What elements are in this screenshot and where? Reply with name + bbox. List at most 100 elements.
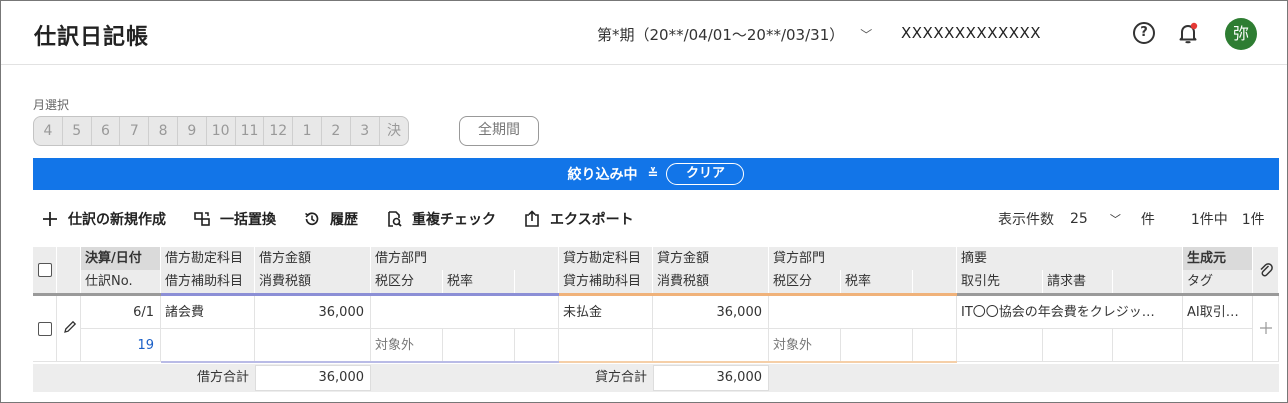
col-credit-sub[interactable]: 貸方補助科目 <box>559 270 653 293</box>
credit-total-value: 36,000 <box>653 365 769 391</box>
page-size-label: 表示件数 <box>998 212 1054 228</box>
month-button[interactable]: 7 <box>120 117 150 145</box>
row-partner[interactable] <box>957 329 1043 362</box>
plus-icon[interactable] <box>1260 322 1272 334</box>
col-tag[interactable]: タグ <box>1183 270 1253 293</box>
row-debit-tax-class[interactable]: 対象外 <box>371 329 443 362</box>
row-debit-empty <box>515 329 559 362</box>
page-title: 仕訳日記帳 <box>34 25 150 50</box>
bulk-replace-button[interactable]: 一括置換 <box>192 209 276 229</box>
paperclip-icon[interactable] <box>1259 262 1273 278</box>
col-date[interactable]: 決算/日付 <box>81 247 161 270</box>
col-invoice[interactable]: 請求書 <box>1043 270 1113 293</box>
col-credit-account[interactable]: 貸方勘定科目 <box>559 247 653 270</box>
filter-status[interactable]: 絞り込み中 <box>568 164 638 184</box>
col-debit-sub[interactable]: 借方補助科目 <box>161 270 255 293</box>
row-credit-dept[interactable] <box>769 296 957 329</box>
select-all-checkbox[interactable] <box>38 263 52 277</box>
row-credit-tax-rate[interactable] <box>841 329 913 362</box>
debit-total-label: 借方合計 <box>161 364 255 392</box>
row-memo-empty <box>1113 329 1183 362</box>
row-credit-sub[interactable] <box>559 329 653 362</box>
row-credit-amount[interactable]: 36,000 <box>653 296 769 329</box>
double-chevron-down-icon[interactable]: ≚ <box>648 167 659 182</box>
col-source[interactable]: 生成元 <box>1183 247 1253 270</box>
month-button[interactable]: 3 <box>351 117 380 145</box>
month-button[interactable]: 8 <box>149 117 178 145</box>
help-icon[interactable]: ? <box>1133 22 1155 44</box>
month-button[interactable]: 9 <box>178 117 207 145</box>
col-debit-amount[interactable]: 借方金額 <box>255 247 371 270</box>
bell-icon[interactable] <box>1176 21 1200 45</box>
row-invoice[interactable] <box>1043 329 1113 362</box>
month-button[interactable]: 6 <box>92 117 121 145</box>
col-debit-tax-class[interactable]: 税区分 <box>371 270 443 293</box>
month-button[interactable]: 5 <box>63 117 92 145</box>
month-button[interactable]: 2 <box>322 117 351 145</box>
col-credit-amount[interactable]: 貸方金額 <box>653 247 769 270</box>
month-button[interactable]: 12 <box>264 117 294 145</box>
result-range: 1件中 <box>1190 212 1228 228</box>
filter-bar: 絞り込み中 ≚ クリア <box>33 158 1279 190</box>
row-debit-dept[interactable] <box>371 296 559 329</box>
header-edit-cell <box>57 247 81 293</box>
new-journal-label: 仕訳の新規作成 <box>68 212 166 228</box>
col-credit-dept[interactable]: 貸方部門 <box>769 247 957 270</box>
pencil-icon[interactable] <box>63 320 77 334</box>
row-debit-account[interactable]: 諸会費 <box>161 296 255 329</box>
month-button[interactable]: 1 <box>293 117 322 145</box>
row-credit-tax-class[interactable]: 対象外 <box>769 329 841 362</box>
row-source[interactable]: AI取引… <box>1183 296 1253 329</box>
debit-row-line <box>161 361 559 363</box>
month-button-closing[interactable]: 決 <box>380 117 409 145</box>
col-credit-tax-rate[interactable]: 税率 <box>841 270 913 293</box>
clear-filter-button[interactable]: クリア <box>666 163 745 185</box>
row-date[interactable]: 6/1 <box>81 296 161 329</box>
row-checkbox[interactable] <box>38 322 52 336</box>
page-size-select[interactable]: 25 ﹀ <box>1070 211 1121 227</box>
period-selector[interactable]: 第*期（20**/04/01〜20**/03/31） ﹀ <box>597 24 872 45</box>
col-journal-no[interactable]: 仕訳No. <box>81 270 161 293</box>
col-credit-tax[interactable]: 消費税額 <box>653 270 769 293</box>
export-button[interactable]: エクスポート <box>522 209 634 229</box>
page-size-value: 25 <box>1070 211 1088 227</box>
col-memo[interactable]: 摘要 <box>957 247 1183 270</box>
col-partner[interactable]: 取引先 <box>957 270 1043 293</box>
row-journal-no[interactable]: 19 <box>81 329 161 362</box>
col-debit-account[interactable]: 借方勘定科目 <box>161 247 255 270</box>
month-button[interactable]: 11 <box>236 117 265 145</box>
col-credit-tax-class[interactable]: 税区分 <box>769 270 841 293</box>
result-total: 1件 <box>1241 212 1265 228</box>
col-credit-empty <box>913 270 957 293</box>
col-debit-dept[interactable]: 借方部門 <box>371 247 559 270</box>
new-journal-button[interactable]: 仕訳の新規作成 <box>40 209 166 229</box>
debit-total-value: 36,000 <box>255 365 371 391</box>
period-label: 第*期（20**/04/01〜20**/03/31） <box>597 26 845 44</box>
month-button[interactable]: 4 <box>34 117 63 145</box>
row-debit-sub[interactable] <box>161 329 255 362</box>
col-memo-empty <box>1113 270 1183 293</box>
col-debit-empty <box>515 270 559 293</box>
pagination: 表示件数 25 ﹀ 件 1件中 1件 <box>998 209 1265 229</box>
row-debit-tax[interactable] <box>255 329 371 362</box>
row-credit-tax[interactable] <box>653 329 769 362</box>
month-button[interactable]: 10 <box>207 117 236 145</box>
duplicate-check-label: 重複チェック <box>412 212 496 228</box>
avatar[interactable]: 弥 <box>1225 18 1257 50</box>
col-debit-tax-rate[interactable]: 税率 <box>443 270 515 293</box>
history-button[interactable]: 履歴 <box>302 209 358 229</box>
company-name[interactable]: XXXXXXXXXXXXX <box>901 24 1041 42</box>
col-debit-tax[interactable]: 消費税額 <box>255 270 371 293</box>
row-debit-amount[interactable]: 36,000 <box>255 296 371 329</box>
row-memo[interactable]: IT〇〇協会の年会費をクレジッ… <box>957 296 1183 329</box>
duplicate-check-button[interactable]: 重複チェック <box>384 209 496 229</box>
page-size-unit: 件 <box>1140 212 1155 228</box>
chevron-down-icon: ﹀ <box>860 28 873 42</box>
plus-icon <box>40 209 60 229</box>
row-credit-account[interactable]: 未払金 <box>559 296 653 329</box>
row-tag[interactable] <box>1183 329 1253 362</box>
all-period-button[interactable]: 全期間 <box>459 116 539 146</box>
history-label: 履歴 <box>330 212 358 228</box>
app-header: 仕訳日記帳 第*期（20**/04/01〜20**/03/31） ﹀ XXXXX… <box>1 1 1287 65</box>
row-debit-tax-rate[interactable] <box>443 329 515 362</box>
